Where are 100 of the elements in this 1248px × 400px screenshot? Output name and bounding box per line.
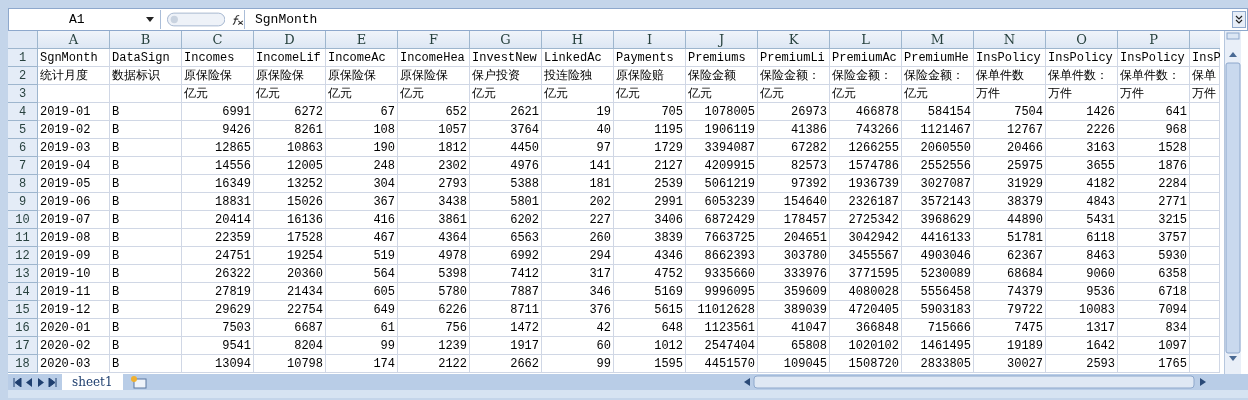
row-header[interactable]: 5 — [8, 121, 38, 139]
row-header[interactable]: 16 — [8, 319, 38, 337]
row-header[interactable]: 2 — [8, 67, 38, 85]
table-cell: 67 — [326, 103, 398, 121]
table-cell: 1020102 — [830, 337, 902, 355]
table-cell: 6872429 — [686, 211, 758, 229]
row-header[interactable]: 17 — [8, 337, 38, 355]
column-header[interactable]: O — [1046, 31, 1118, 49]
column-header[interactable]: E — [326, 31, 398, 49]
row-header[interactable]: 18 — [8, 355, 38, 373]
table-cell: 181 — [542, 175, 614, 193]
column-header[interactable]: M — [902, 31, 974, 49]
table-cell — [1190, 247, 1220, 265]
column-header[interactable]: K — [758, 31, 830, 49]
next-sheet-icon[interactable] — [36, 377, 46, 387]
last-sheet-icon[interactable] — [48, 377, 58, 387]
table-cell: 原保险保 — [398, 67, 470, 85]
table-cell: 2060550 — [902, 139, 974, 157]
table-cell: Premiums — [686, 49, 758, 67]
table-cell: B — [110, 139, 182, 157]
table-cell: 44890 — [974, 211, 1046, 229]
vertical-scrollbar[interactable] — [1224, 31, 1241, 374]
table-cell: 6118 — [1046, 229, 1118, 247]
table-cell: 260 — [542, 229, 614, 247]
splitter-handle[interactable] — [167, 12, 226, 27]
table-cell: 359609 — [758, 283, 830, 301]
row-header[interactable]: 6 — [8, 139, 38, 157]
table-cell: 2019-01 — [38, 103, 110, 121]
table-cell: 4416133 — [902, 229, 974, 247]
row-header[interactable]: 4 — [8, 103, 38, 121]
table-cell: 3839 — [614, 229, 686, 247]
table-cell: 1508720 — [830, 355, 902, 373]
formula-field[interactable]: SgnMonth — [245, 12, 1232, 27]
table-cell: B — [110, 355, 182, 373]
table-cell: 2302 — [398, 157, 470, 175]
table-cell: 1906119 — [686, 121, 758, 139]
column-header[interactable]: I — [614, 31, 686, 49]
table-cell: 7887 — [470, 283, 542, 301]
row-header[interactable]: 11 — [8, 229, 38, 247]
previous-sheet-icon[interactable] — [24, 377, 34, 387]
table-cell — [1190, 337, 1220, 355]
table-cell — [1190, 121, 1220, 139]
row-header[interactable]: 8 — [8, 175, 38, 193]
table-cell: 42 — [542, 319, 614, 337]
table-cell — [1190, 139, 1220, 157]
table-cell: 4903046 — [902, 247, 974, 265]
expand-icon[interactable] — [1232, 11, 1246, 28]
column-header[interactable]: C — [182, 31, 254, 49]
table-cell: 2539 — [614, 175, 686, 193]
column-header[interactable]: H — [542, 31, 614, 49]
table-cell: 2019-05 — [38, 175, 110, 193]
row-header[interactable]: 3 — [8, 85, 38, 103]
column-header[interactable]: G — [470, 31, 542, 49]
row-header[interactable]: 15 — [8, 301, 38, 319]
row-header[interactable]: 13 — [8, 265, 38, 283]
table-cell: 亿元 — [182, 85, 254, 103]
table-cell: 亿元 — [902, 85, 974, 103]
table-cell: 9541 — [182, 337, 254, 355]
row-header[interactable]: 14 — [8, 283, 38, 301]
table-cell: 保单件数： — [1046, 67, 1118, 85]
column-header[interactable]: J — [686, 31, 758, 49]
column-header[interactable]: B — [110, 31, 182, 49]
table-cell: 8662393 — [686, 247, 758, 265]
row-header[interactable]: 1 — [8, 49, 38, 67]
column-header[interactable]: P — [1118, 31, 1190, 49]
table-cell: 20360 — [254, 265, 326, 283]
table-cell: 6226 — [398, 301, 470, 319]
table-cell: 亿元 — [470, 85, 542, 103]
table-cell: 原保险保 — [254, 67, 326, 85]
table-cell: 15026 — [254, 193, 326, 211]
row-header[interactable]: 7 — [8, 157, 38, 175]
table-cell: InvestNew — [470, 49, 542, 67]
table-cell: 26973 — [758, 103, 830, 121]
table-cell: 保险金额： — [830, 67, 902, 85]
table-cell: 保险金额： — [758, 67, 830, 85]
table-cell: 4451570 — [686, 355, 758, 373]
table-cell: 2621 — [470, 103, 542, 121]
column-header[interactable]: A — [38, 31, 110, 49]
table-cell: 2019-12 — [38, 301, 110, 319]
table-cell: 248 — [326, 157, 398, 175]
column-header[interactable]: N — [974, 31, 1046, 49]
table-cell: 万件 — [1190, 85, 1220, 103]
table-cell — [1190, 265, 1220, 283]
sheet-tab[interactable]: sheet1 — [62, 374, 123, 390]
row-header[interactable]: 10 — [8, 211, 38, 229]
table-cell: B — [110, 319, 182, 337]
function-icon[interactable] — [231, 13, 244, 26]
name-box[interactable]: A1 — [9, 10, 161, 29]
row-header[interactable]: 9 — [8, 193, 38, 211]
dropdown-icon[interactable] — [146, 17, 154, 22]
table-cell: InsPolicy — [1118, 49, 1190, 67]
first-sheet-icon[interactable] — [12, 377, 22, 387]
column-header[interactable]: D — [254, 31, 326, 49]
table-cell: 6992 — [470, 247, 542, 265]
column-header[interactable]: F — [398, 31, 470, 49]
table-cell: 5230089 — [902, 265, 974, 283]
row-header[interactable]: 12 — [8, 247, 38, 265]
column-header[interactable]: L — [830, 31, 902, 49]
table-cell: 保户投资 — [470, 67, 542, 85]
table-cell: 2326187 — [830, 193, 902, 211]
